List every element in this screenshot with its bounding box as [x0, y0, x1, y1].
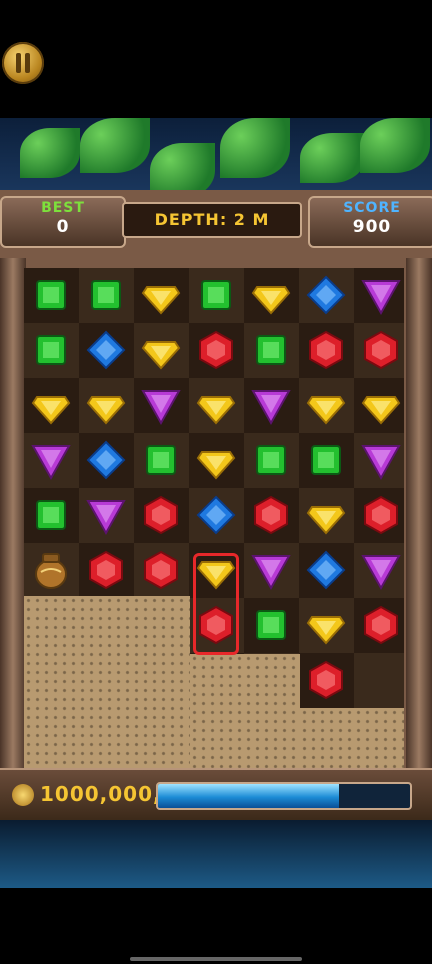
purple-gem[interactable] [249, 548, 293, 592]
yellow-gem[interactable] [194, 438, 238, 482]
green-gem[interactable] [29, 328, 73, 372]
green-gem[interactable] [29, 493, 73, 537]
purple-gem[interactable] [359, 438, 403, 482]
bottom-hud: 1000,000,300 [0, 768, 432, 824]
yellow-gem[interactable] [139, 273, 183, 317]
red-gem[interactable] [304, 328, 348, 372]
red-gem[interactable] [359, 603, 403, 647]
depth-progress-bar [156, 782, 412, 810]
progress-fill [158, 784, 340, 808]
blue-gem[interactable] [304, 548, 348, 592]
blue-gem[interactable] [194, 493, 238, 537]
red-gem[interactable] [304, 658, 348, 702]
green-gem[interactable] [249, 328, 293, 372]
red-gem[interactable] [84, 548, 128, 592]
green-gem[interactable] [249, 438, 293, 482]
purple-gem[interactable] [84, 493, 128, 537]
green-gem[interactable] [84, 273, 128, 317]
selection-highlight [193, 553, 239, 655]
home-indicator [130, 957, 302, 961]
top-hud: BEST 0 DEPTH: 2 M SCORE 900 [0, 190, 432, 252]
yellow-gem[interactable] [304, 493, 348, 537]
green-gem[interactable] [304, 438, 348, 482]
leaf-decoration [20, 128, 80, 178]
blue-gem[interactable] [84, 438, 128, 482]
best-value: 0 [56, 217, 70, 237]
dirt-layer [24, 596, 190, 778]
purple-gem[interactable] [249, 383, 293, 427]
score-panel: SCORE 900 [308, 196, 432, 248]
yellow-gem[interactable] [304, 383, 348, 427]
yellow-gem[interactable] [304, 603, 348, 647]
purple-gem[interactable] [359, 548, 403, 592]
blue-gem[interactable] [304, 273, 348, 317]
red-gem[interactable] [139, 493, 183, 537]
water-background [0, 820, 432, 888]
pause-icon [15, 53, 31, 73]
depth-indicator: DEPTH: 2 M [122, 202, 302, 238]
pause-button[interactable] [2, 42, 44, 84]
leaf-decoration [80, 118, 150, 173]
score-value: 900 [352, 217, 392, 237]
red-gem[interactable] [359, 328, 403, 372]
best-label: BEST [41, 200, 85, 216]
purple-gem[interactable] [359, 273, 403, 317]
yellow-gem[interactable] [194, 383, 238, 427]
yellow-gem[interactable] [359, 383, 403, 427]
yellow-gem[interactable] [29, 383, 73, 427]
green-gem[interactable] [139, 438, 183, 482]
red-gem[interactable] [194, 328, 238, 372]
left-pillar [0, 258, 26, 818]
yellow-gem[interactable] [249, 273, 293, 317]
blue-gem[interactable] [84, 328, 128, 372]
dirt-layer [190, 654, 300, 778]
leaf-decoration [360, 118, 430, 173]
green-gem[interactable] [249, 603, 293, 647]
purple-gem[interactable] [29, 438, 73, 482]
best-panel: BEST 0 [0, 196, 126, 248]
red-gem[interactable] [249, 493, 293, 537]
treasure-pot-icon [29, 548, 73, 592]
green-gem[interactable] [29, 273, 73, 317]
purple-gem[interactable] [139, 383, 183, 427]
coin-icon [12, 784, 34, 806]
yellow-gem[interactable] [139, 328, 183, 372]
leaf-decoration [300, 133, 365, 183]
red-gem[interactable] [139, 548, 183, 592]
red-gem[interactable] [359, 493, 403, 537]
right-pillar [406, 258, 432, 818]
green-gem[interactable] [194, 273, 238, 317]
leaf-decoration [220, 118, 290, 178]
score-label: SCORE [343, 200, 401, 216]
yellow-gem[interactable] [84, 383, 128, 427]
